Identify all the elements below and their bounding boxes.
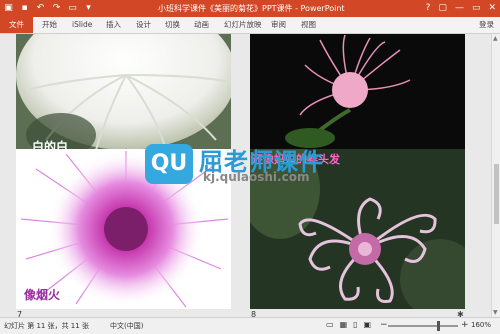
white-chrysanthemum-image <box>16 34 231 153</box>
scroll-up-icon[interactable]: ▲ <box>493 35 498 42</box>
slide-caption: 像烟火 <box>24 288 61 302</box>
tab-design[interactable]: 设计 <box>136 17 151 33</box>
watermark-url: kj.qulaoshi.com <box>203 170 310 184</box>
tab-animations[interactable]: 动画 <box>194 17 209 33</box>
slide-count-status: 幻灯片 第 11 张，共 11 张 <box>4 322 89 330</box>
watermark-logo: QU <box>145 144 193 184</box>
present-icon[interactable]: ▭ <box>67 2 78 14</box>
zoom-slider[interactable] <box>388 321 458 331</box>
slide-sorter-view-icon[interactable]: ▦ <box>340 320 348 329</box>
zoom-slider-knob[interactable] <box>436 321 440 331</box>
slide-sorter[interactable]: 白的白 5 6 ✱ <box>0 34 491 317</box>
language-status[interactable]: 中文(中国) <box>110 321 143 331</box>
vertical-scrollbar[interactable]: ▲ ▼ <box>491 34 500 317</box>
help-icon[interactable]: ? <box>426 1 431 15</box>
tab-transitions[interactable]: 切换 <box>165 17 180 33</box>
slide-thumbnail-5[interactable]: 白的白 <box>16 34 231 153</box>
normal-view-icon[interactable]: ▭ <box>326 320 334 329</box>
ribbon-display-icon[interactable]: ▢ <box>438 1 447 15</box>
tab-slideshow[interactable]: 幻灯片放映 <box>224 17 262 33</box>
tab-insert[interactable]: 插入 <box>106 17 121 33</box>
tab-home[interactable]: 开始 <box>42 17 57 33</box>
undo-icon[interactable]: ↶ <box>35 2 46 14</box>
window-title: 小班科学课件《美丽的菊花》PPT课件 - PowerPoint <box>158 4 345 13</box>
status-bar: 幻灯片 第 11 张，共 11 张 中文(中国) ▭ ▦ ▯ ▣ − + 160… <box>0 317 500 334</box>
zoom-level[interactable]: 160% <box>471 321 491 329</box>
login-link[interactable]: 登录 <box>479 17 494 33</box>
quick-access-toolbar: ▣ ▪ ↶ ↷ ▭ ▾ <box>3 2 94 14</box>
scroll-down-icon[interactable]: ▼ <box>493 309 498 316</box>
transition-star-icon: ✱ <box>457 310 464 317</box>
tab-review[interactable]: 审阅 <box>271 17 286 33</box>
slide-thumbnail-6[interactable] <box>250 34 465 153</box>
tab-file[interactable]: 文件 <box>0 17 33 33</box>
watermark: QU 屈老师课件 kj.qulaoshi.com <box>145 144 360 192</box>
zoom-out-button[interactable]: − <box>380 320 388 330</box>
redo-icon[interactable]: ↷ <box>51 2 62 14</box>
window-controls: ? ▢ — ▭ ✕ <box>426 1 496 15</box>
customize-qat-icon[interactable]: ▾ <box>83 2 94 14</box>
reading-view-icon[interactable]: ▯ <box>353 320 357 329</box>
view-buttons: ▭ ▦ ▯ ▣ <box>326 320 371 329</box>
scrollbar-thumb[interactable] <box>494 164 499 224</box>
slideshow-view-icon[interactable]: ▣ <box>364 320 372 329</box>
slide-number: 8 <box>251 310 257 317</box>
save-icon[interactable]: ▪ <box>19 2 30 14</box>
zoom-in-button[interactable]: + <box>461 320 469 330</box>
maximize-icon[interactable]: ▭ <box>472 1 481 15</box>
close-icon[interactable]: ✕ <box>488 1 496 15</box>
title-bar: ▣ ▪ ↶ ↷ ▭ ▾ 小班科学课件《美丽的菊花》PPT课件 - PowerPo… <box>0 0 500 17</box>
pink-chrysanthemum-image <box>250 34 465 153</box>
tab-view[interactable]: 视图 <box>301 17 316 33</box>
slide-number: 7 <box>17 310 23 317</box>
tab-islide[interactable]: iSlide <box>72 17 92 33</box>
ribbon-tabs: 文件 开始 iSlide 插入 设计 切换 动画 幻灯片放映 审阅 视图 登录 <box>0 17 500 34</box>
minimize-icon[interactable]: — <box>455 1 464 15</box>
powerpoint-logo-icon: ▣ <box>4 3 13 13</box>
